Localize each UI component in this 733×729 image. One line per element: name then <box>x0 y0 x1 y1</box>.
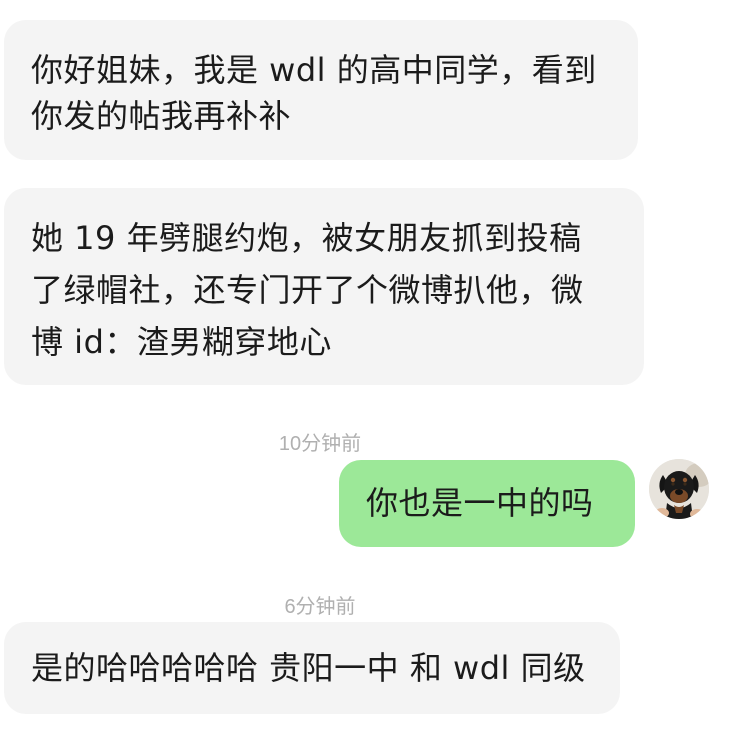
chat-conversation: 你好姐妹，我是 wdl 的高中同学，看到 你发的帖我再补补 她 19 年劈腿约炮… <box>0 0 733 729</box>
message-text-line: 你好姐妹，我是 wdl 的高中同学，看到 <box>31 51 597 89</box>
message-text-line: 你发的帖我再补补 <box>31 97 292 135</box>
avatar[interactable] <box>649 459 709 519</box>
message-bubble-incoming[interactable]: 她 19 年劈腿约炮，被女朋友抓到投稿 了绿帽社，还专门开了个微博扒他，微 博 … <box>4 188 644 385</box>
message-text-line: 是的哈哈哈哈哈 贵阳一中 和 wdl 同级 <box>31 649 586 687</box>
message-text-line: 博 id：渣男糊穿地心 <box>31 323 332 361</box>
message-bubble-outgoing[interactable]: 你也是一中的吗 <box>339 460 635 547</box>
message-bubble-incoming[interactable]: 是的哈哈哈哈哈 贵阳一中 和 wdl 同级 <box>4 622 620 714</box>
rottweiler-dog-avatar-icon <box>649 459 709 519</box>
message-text-line: 了绿帽社，还专门开了个微博扒他，微 <box>31 271 584 309</box>
message-timestamp: 6分钟前 <box>284 596 356 618</box>
message-bubble-incoming[interactable]: 你好姐妹，我是 wdl 的高中同学，看到 你发的帖我再补补 <box>4 20 638 160</box>
message-text-line: 她 19 年劈腿约炮，被女朋友抓到投稿 <box>31 219 582 257</box>
message-text-line: 你也是一中的吗 <box>366 484 594 522</box>
message-timestamp: 10分钟前 <box>278 433 362 455</box>
